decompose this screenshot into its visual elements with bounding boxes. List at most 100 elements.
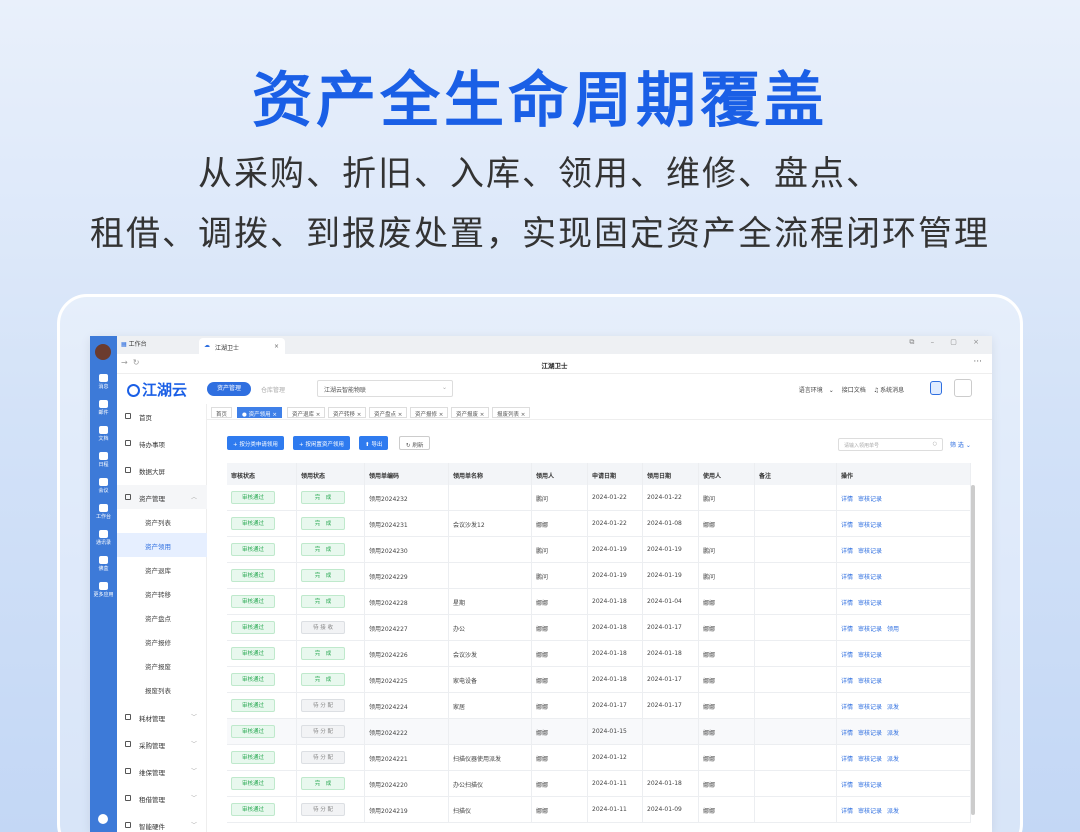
table-row[interactable]: 审核通过完 成领用2024229 鹏问 2024-01-19 2024-01-19 鹏问… — [227, 563, 971, 589]
search-input[interactable]: 请输入领用单号 ○ — [838, 438, 943, 451]
rail-item-more[interactable]: 更多应用 — [90, 582, 117, 598]
notification-icon[interactable] — [98, 814, 108, 824]
table-row[interactable]: 审核通过待 分 配领用2024219 扫描仪 娜娜 2024-01-11 2024-01… — [227, 797, 971, 823]
row-action-link[interactable]: 审核记录 — [858, 522, 882, 529]
page-tab-transfer[interactable]: 资产转移 × — [328, 407, 367, 418]
table-row[interactable]: 审核通过待 分 配领用2024224 家居 娜娜 2024-01-17 2024-01-… — [227, 693, 971, 719]
row-action-link[interactable]: 详情 — [841, 782, 853, 789]
rail-item-box[interactable]: 佛盒 — [90, 556, 117, 572]
row-action-link[interactable]: 审核记录 — [858, 782, 882, 789]
row-action-link[interactable]: 详情 — [841, 626, 853, 633]
row-action-link[interactable]: 审核记录 — [858, 496, 882, 503]
filter-button[interactable]: 筛 选 ⌄ — [950, 440, 971, 449]
rail-item-contacts[interactable]: 通讯录 — [90, 530, 117, 546]
row-action-link[interactable]: 领用 — [887, 626, 899, 633]
table-row[interactable]: 审核通过完 成领用2024225 家电设备 娜娜 2024-01-18 2024-01-… — [227, 667, 971, 693]
row-action-link[interactable]: 审核记录 — [858, 652, 882, 659]
rail-item-workbench[interactable]: 工作台 — [90, 504, 117, 520]
menu-scrap-list[interactable]: 报废列表 — [117, 677, 207, 701]
row-action-link[interactable]: 派发 — [887, 756, 899, 763]
row-action-link[interactable]: 审核记录 — [858, 730, 882, 737]
row-action-link[interactable]: 详情 — [841, 756, 853, 763]
menu-asset-repair[interactable]: 资产报修 — [117, 629, 207, 653]
refresh-button[interactable]: ↻ 刷新 — [399, 436, 431, 450]
rail-item-meeting[interactable]: 会议 — [90, 478, 117, 494]
menu-todo[interactable]: 待办事项 — [117, 431, 207, 455]
menu-asset-return[interactable]: 资产退库 — [117, 557, 207, 581]
menu-asset-inventory[interactable]: 资产盘点 — [117, 605, 207, 629]
page-tab-scrap-list[interactable]: 报废列表 × — [492, 407, 531, 418]
page-tab-inventory[interactable]: 资产盘点 × — [369, 407, 408, 418]
row-action-link[interactable]: 详情 — [841, 730, 853, 737]
row-action-link[interactable]: 详情 — [841, 808, 853, 815]
menu-asset-transfer[interactable]: 资产转移 — [117, 581, 207, 605]
row-action-link[interactable]: 详情 — [841, 496, 853, 503]
export-button[interactable]: ⬆ 导出 — [359, 436, 389, 450]
row-action-link[interactable]: 详情 — [841, 652, 853, 659]
menu-maintain[interactable]: 维保管理 ﹀ — [117, 759, 207, 783]
rail-item-mail[interactable]: 邮件 — [90, 400, 117, 416]
table-row[interactable]: 审核通过完 成领用2024228 星期 娜娜 2024-01-18 2024-01-04… — [227, 589, 971, 615]
rail-item-calendar[interactable]: 日程 — [90, 452, 117, 468]
row-action-link[interactable]: 审核记录 — [858, 678, 882, 685]
org-select[interactable]: 江湖云智能物联 ⌄ — [317, 380, 453, 397]
row-action-link[interactable]: 审核记录 — [858, 756, 882, 763]
menu-consumable[interactable]: 耗材管理 ﹀ — [117, 705, 207, 729]
table-scrollbar[interactable] — [971, 485, 975, 815]
table-row[interactable]: 审核通过完 成领用2024232 鹏问 2024-01-22 2024-01-22 鹏问… — [227, 485, 971, 511]
menu-home[interactable]: 首页 — [117, 404, 207, 428]
row-action-link[interactable]: 详情 — [841, 600, 853, 607]
more-icon[interactable]: ··· — [973, 357, 982, 367]
table-row[interactable]: 审核通过完 成领用2024230 鹏问 2024-01-19 2024-01-19 鹏问… — [227, 537, 971, 563]
menu-asset-list[interactable]: 资产列表 — [117, 509, 207, 533]
row-action-link[interactable]: 审核记录 — [858, 808, 882, 815]
row-action-link[interactable]: 详情 — [841, 574, 853, 581]
rail-item-docs[interactable]: 文档 — [90, 426, 117, 442]
row-action-link[interactable]: 派发 — [887, 730, 899, 737]
table-row[interactable]: 审核通过待 接 收领用2024227 办公 娜娜 2024-01-18 2024-01-… — [227, 615, 971, 641]
row-action-link[interactable]: 审核记录 — [858, 704, 882, 711]
table-row[interactable]: 审核通过待 分 配领用2024221 扫描仪器使用派发 娜娜 2024-01-12 娜娜… — [227, 745, 971, 771]
page-tab-scrap[interactable]: 资产报废 × — [451, 407, 490, 418]
tab-workbench[interactable]: ▦ 工作台 — [121, 339, 147, 348]
row-action-link[interactable]: 审核记录 — [858, 548, 882, 555]
api-doc-link[interactable]: 接口文档 — [842, 387, 866, 394]
tablet-icon[interactable] — [930, 381, 942, 395]
row-action-link[interactable]: 审核记录 — [858, 600, 882, 607]
page-tab-return[interactable]: 资产退库 × — [287, 407, 326, 418]
user-avatar[interactable] — [95, 344, 111, 360]
apply-idle-asset-button[interactable]: + 按闲置资产领用 — [293, 436, 350, 450]
menu-asset[interactable]: 资产管理 ︿ — [117, 485, 207, 509]
window-controls[interactable]: ⧉ – ▢ × — [909, 338, 986, 347]
row-action-link[interactable]: 详情 — [841, 704, 853, 711]
table-row[interactable]: 审核通过完 成领用2024220 办公扫描仪 娜娜 2024-01-11 2024-01… — [227, 771, 971, 797]
page-tab-home[interactable]: 首页 — [211, 407, 233, 418]
row-action-link[interactable]: 派发 — [887, 808, 899, 815]
language-link[interactable]: 语言环境 — [799, 387, 823, 394]
menu-lease[interactable]: 租借管理 ﹀ — [117, 786, 207, 810]
system-message-link[interactable]: 系统消息 — [880, 387, 904, 394]
menu-screen[interactable]: 数据大屏 — [117, 458, 207, 482]
close-icon[interactable]: × — [274, 343, 279, 350]
row-action-link[interactable]: 详情 — [841, 678, 853, 685]
row-action-link[interactable]: 审核记录 — [858, 626, 882, 633]
menu-asset-receive[interactable]: 资产领用 — [117, 533, 207, 557]
profile-avatar[interactable] — [954, 379, 972, 397]
menu-asset-scrap[interactable]: 资产报废 — [117, 653, 207, 677]
page-tab-repair[interactable]: 资产报修 × — [410, 407, 449, 418]
apply-by-category-button[interactable]: + 按分类申请领用 — [227, 436, 284, 450]
table-row[interactable]: 审核通过待 分 配领用2024222 娜娜 2024-01-15 娜娜 详情 审核记录 派发 — [227, 719, 971, 745]
row-action-link[interactable]: 详情 — [841, 522, 853, 529]
menu-hardware[interactable]: 智能硬件 ﹀ — [117, 813, 207, 832]
rail-item-message[interactable]: 消息 — [90, 374, 117, 390]
row-action-link[interactable]: 详情 — [841, 548, 853, 555]
table-row[interactable]: 审核通过完 成领用2024226 会议沙发 娜娜 2024-01-18 2024-01-… — [227, 641, 971, 667]
module-warehouse-button[interactable]: 仓库管理 — [261, 385, 285, 394]
menu-purchase[interactable]: 采购管理 ﹀ — [117, 732, 207, 756]
table-row[interactable]: 审核通过完 成领用2024231 会议沙发12 娜娜 2024-01-22 2024-0… — [227, 511, 971, 537]
row-action-link[interactable]: 审核记录 — [858, 574, 882, 581]
module-asset-button[interactable]: 资产管理 — [207, 382, 251, 396]
tab-app[interactable]: ☁ 江湖卫士 × — [199, 338, 285, 354]
page-tab-receive[interactable]: ● 资产领用 × — [237, 407, 282, 418]
row-action-link[interactable]: 派发 — [887, 704, 899, 711]
